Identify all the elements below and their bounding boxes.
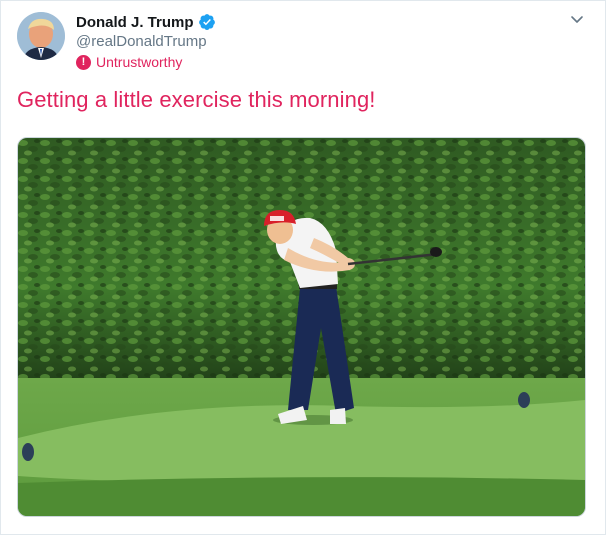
chevron-down-icon[interactable] — [569, 11, 585, 27]
tweet-card[interactable]: Donald J. Trump @realDonaldTrump ! Untru… — [0, 0, 606, 535]
warning-label: ! Untrustworthy — [76, 54, 182, 70]
author-name-text[interactable]: Donald J. Trump — [76, 14, 194, 31]
author-handle[interactable]: @realDonaldTrump — [76, 33, 207, 50]
author-name[interactable]: Donald J. Trump — [76, 13, 216, 31]
warning-label-text: Untrustworthy — [96, 54, 183, 70]
tweet-photo[interactable] — [17, 137, 586, 517]
tweet-text: Getting a little exercise this morning! — [17, 87, 376, 112]
verified-badge-icon — [198, 13, 216, 31]
avatar[interactable] — [17, 12, 65, 60]
exclamation-icon: ! — [76, 54, 91, 70]
